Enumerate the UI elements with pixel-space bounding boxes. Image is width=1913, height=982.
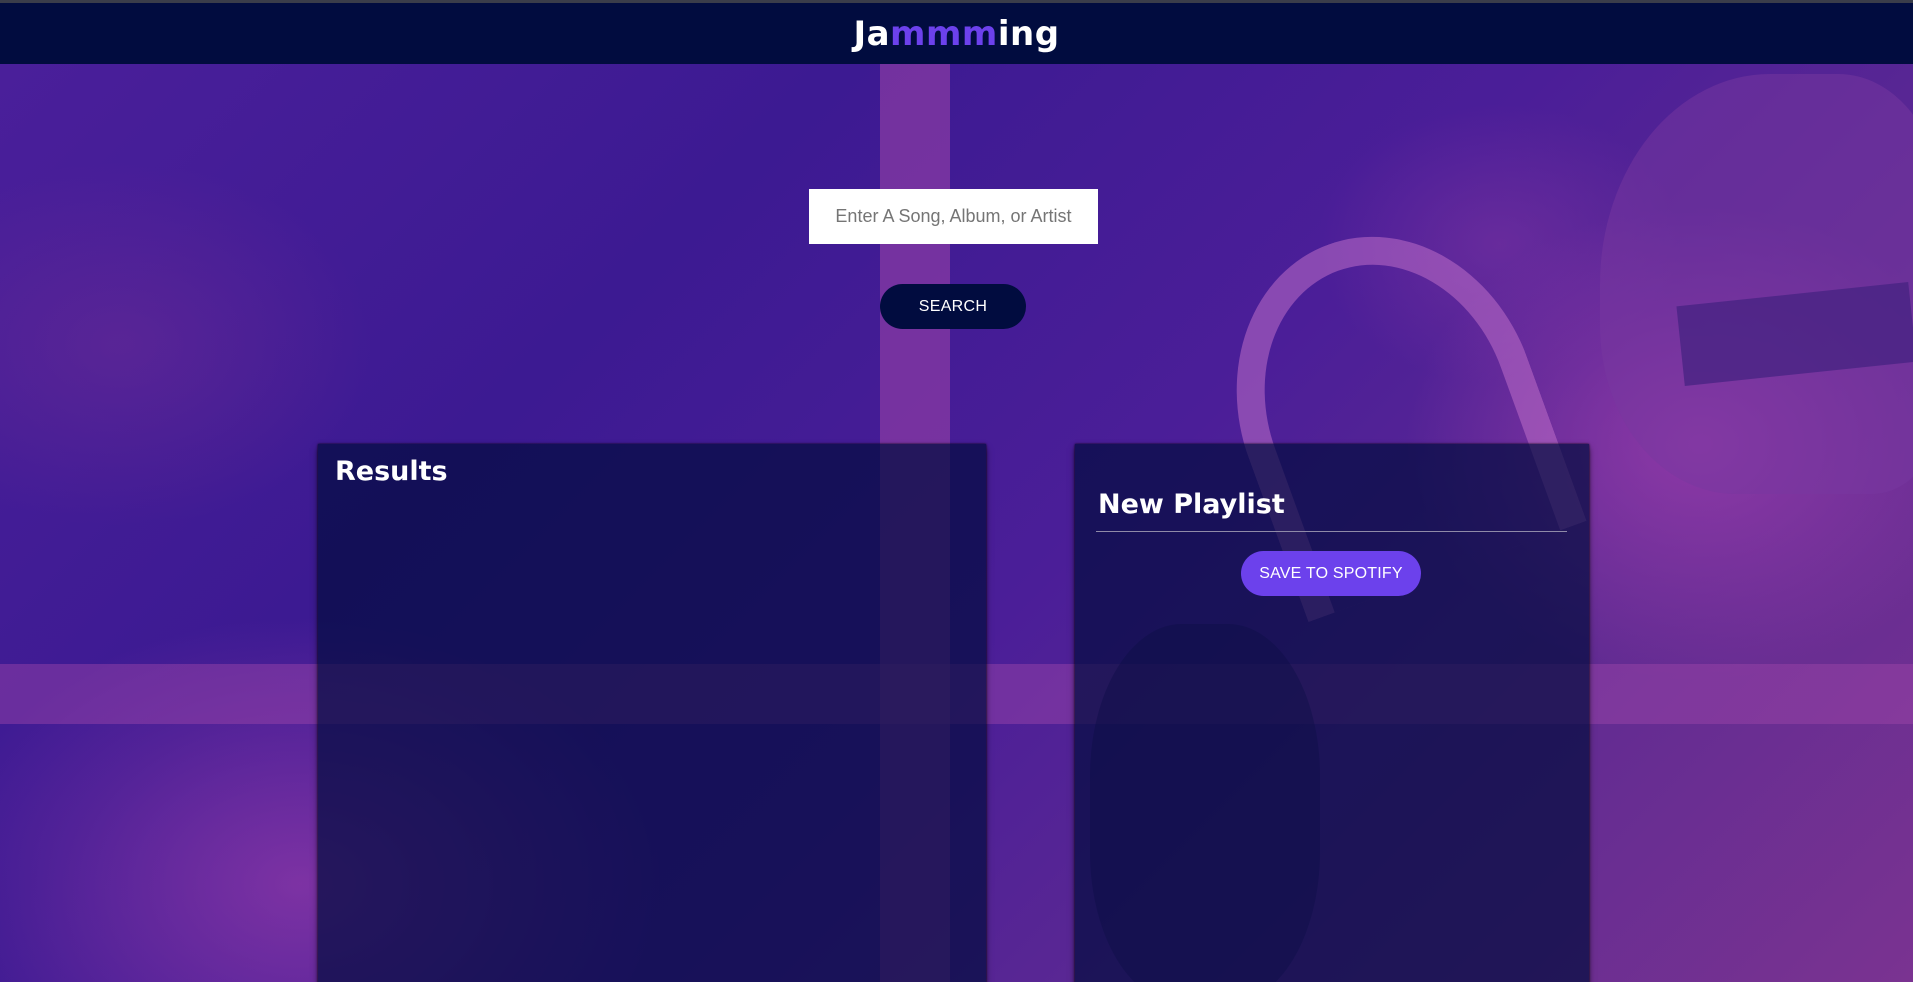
save-to-spotify-button[interactable]: SAVE TO SPOTIFY: [1241, 551, 1421, 596]
search-button[interactable]: SEARCH: [880, 284, 1026, 329]
search-input[interactable]: [809, 189, 1098, 244]
app-logo: Jammming: [853, 17, 1059, 51]
logo-text-accent: mmm: [890, 13, 998, 54]
app-header: Jammming: [0, 3, 1913, 64]
playlist-panel: SAVE TO SPOTIFY: [1075, 444, 1589, 982]
logo-text-end: ing: [997, 13, 1060, 54]
playlist-name-input[interactable]: [1096, 482, 1567, 532]
background-cap-shape: [1600, 74, 1913, 494]
results-title: Results: [335, 456, 448, 487]
logo-text-start: Ja: [853, 13, 891, 54]
results-panel: Results: [318, 444, 986, 982]
